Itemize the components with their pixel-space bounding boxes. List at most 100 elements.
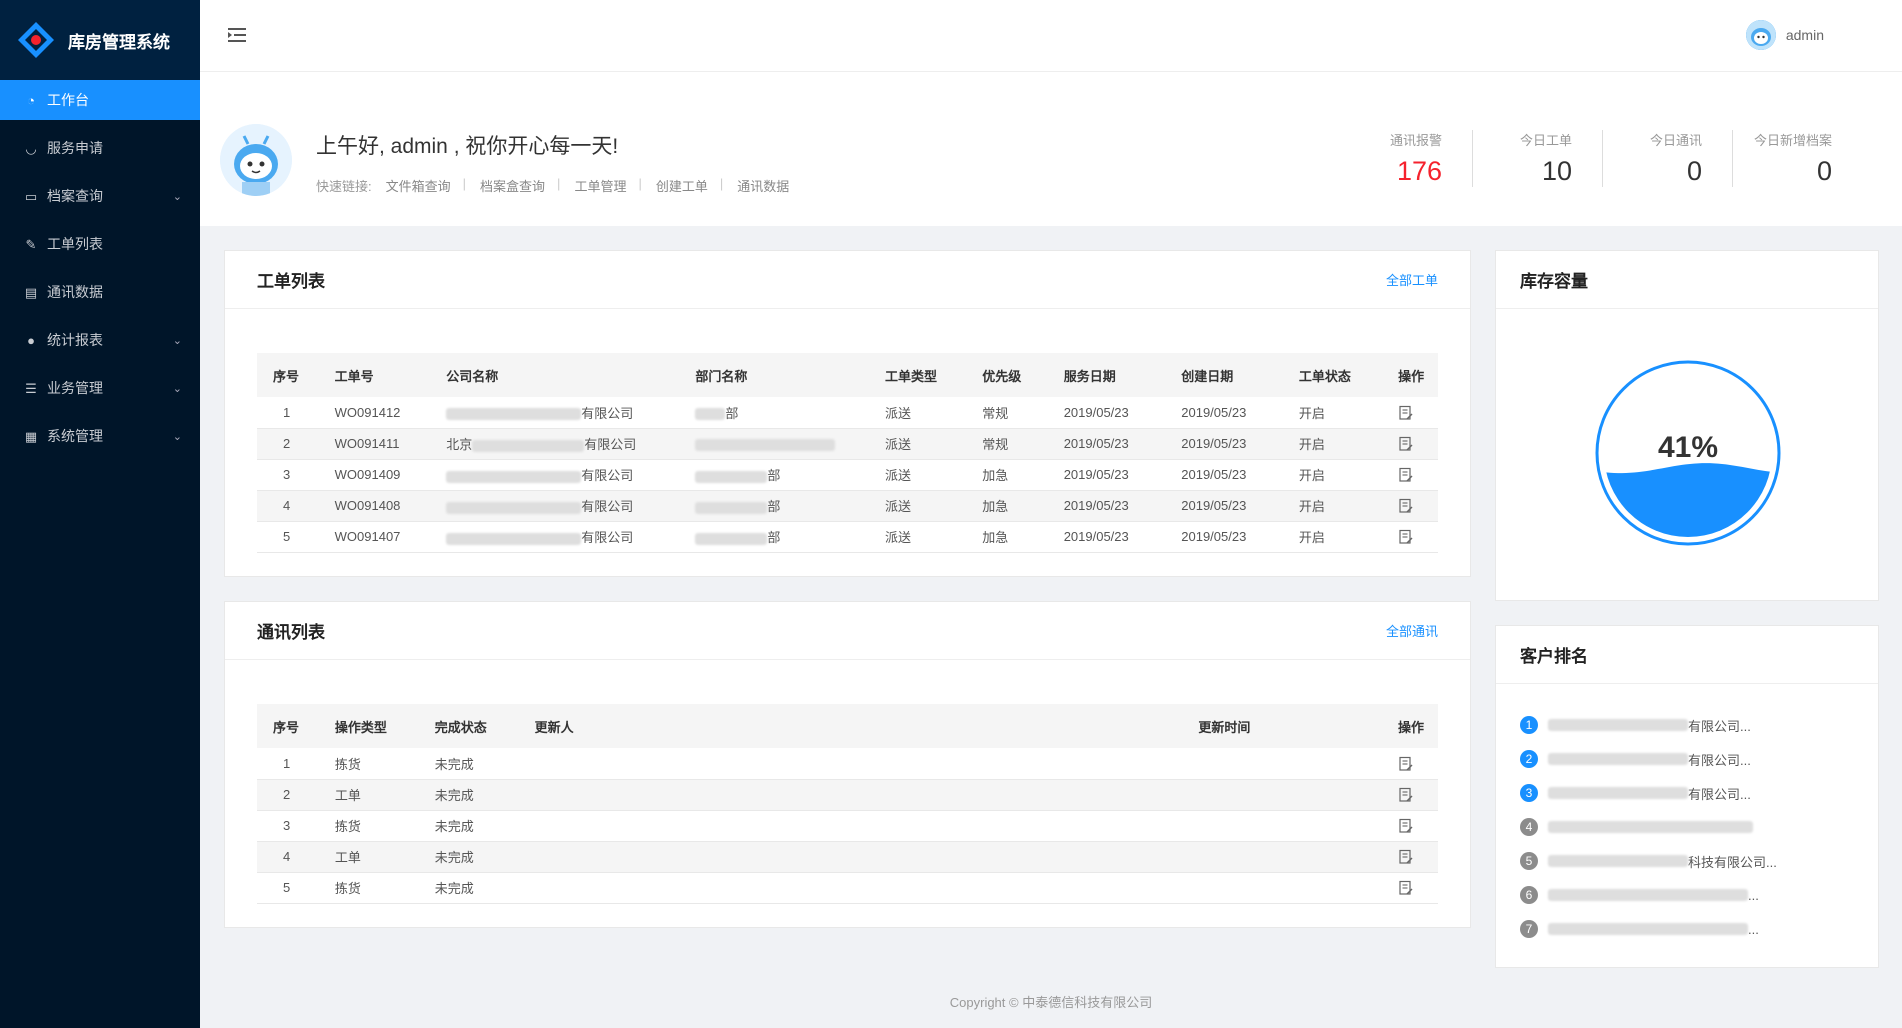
cell-status: 未完成	[434, 872, 535, 904]
menu-fold-icon[interactable]	[226, 24, 248, 46]
sidebar-item-7[interactable]: ▦ 系统管理 ⌄	[0, 416, 200, 456]
redacted-text	[1548, 821, 1753, 833]
column-header: 更新时间	[1198, 704, 1398, 748]
cell-update-time	[1198, 872, 1398, 904]
cell-op-type: 工单	[334, 779, 435, 811]
cell-create-date: 2019/05/23	[1181, 521, 1299, 553]
list-item[interactable]: 6...	[1520, 878, 1878, 912]
comms-card: 通讯列表 全部通讯 序号 操作类型 完成状态 更新人 更新时间 操作 1 拣货 未完成 2 工单未…	[224, 601, 1471, 928]
sidebar-item-2[interactable]: ▭ 档案查询 ⌄	[0, 176, 200, 216]
quick-link[interactable]: 通讯数据	[737, 176, 789, 195]
sidebar-item-label: 工作台	[47, 92, 89, 108]
department-suffix: 部	[767, 499, 781, 514]
cell-type: 派送	[884, 397, 983, 429]
app-title: 库房管理系统	[68, 32, 170, 52]
column-header: 部门名称	[695, 353, 885, 397]
list-item[interactable]: 3 有限公司...	[1520, 776, 1878, 810]
cell-action	[1397, 872, 1438, 904]
list-item[interactable]: 2 有限公司...	[1520, 742, 1878, 776]
sidebar-item-0[interactable]: ◔ 工作台	[0, 80, 200, 120]
footer-copyright: Copyright © 中泰德信科技有限公司	[949, 995, 1153, 1010]
list-item[interactable]: 5 科技有限公司...	[1520, 844, 1878, 878]
cell-order-no: WO091409	[334, 459, 447, 491]
cell-updater	[534, 841, 1199, 873]
redacted-text	[1548, 923, 1748, 935]
table-row[interactable]: 5 拣货 未完成	[257, 872, 1438, 904]
list-item[interactable]: 4	[1520, 810, 1878, 844]
table-row[interactable]: 1 WO091412 有限公司部派送 常规 2019/05/23 2019/05/23 开启	[257, 397, 1438, 429]
quick-link[interactable]: 档案盒查询	[480, 176, 545, 195]
quick-links-label: 快速链接:	[316, 179, 372, 194]
column-header: 创建日期	[1181, 353, 1299, 397]
cell-create-date: 2019/05/23	[1181, 490, 1299, 522]
cell-status: 未完成	[434, 779, 535, 811]
redacted-text	[446, 470, 582, 483]
app-logo[interactable]: 库房管理系统	[0, 0, 200, 80]
quick-link[interactable]: 文件箱查询	[386, 176, 451, 195]
table-row[interactable]: 1 拣货 未完成	[257, 748, 1438, 780]
user-menu[interactable]: admin	[1745, 20, 1824, 50]
department-suffix: 部	[725, 405, 739, 421]
link-separator: |	[719, 176, 724, 191]
table-row[interactable]: 3 WO091409 有限公司部派送 加急 2019/05/23 2019/05/23 开启	[257, 459, 1438, 491]
cell-action	[1398, 428, 1438, 460]
cell-status: 开启	[1298, 490, 1399, 522]
all-work-orders-link[interactable]: 全部工单	[1386, 270, 1438, 289]
sidebar-item-5[interactable]: ● 统计报表 ⌄	[0, 320, 200, 360]
quick-link[interactable]: 工单管理	[574, 176, 626, 195]
company-suffix: 有限公司	[581, 499, 634, 514]
table-row[interactable]: 2 WO091411 北京 有限公司 派送 常规 2019/05/23 2019/05/23 开…	[257, 428, 1438, 460]
cell-priority: 加急	[982, 521, 1064, 553]
greeting-text: 上午好, admin , 祝你开心每一天!	[316, 135, 619, 158]
edit-doc-icon[interactable]	[1398, 787, 1414, 803]
rank-badge: 2	[1520, 750, 1538, 768]
cell-service-date: 2019/05/23	[1063, 397, 1182, 429]
ranking-list: 1 有限公司... 2 有限公司... 3 有限公司... 4 5 科技有限公司... 6... 7…	[1496, 684, 1878, 946]
all-comms-link[interactable]: 全部通讯	[1386, 621, 1438, 640]
stat-label: 通讯报警	[1389, 133, 1442, 148]
ranking-card: 客户排名 1 有限公司... 2 有限公司... 3 有限公司... 4 5 科技有限公司...…	[1495, 625, 1879, 968]
customer-suffix: ...	[1748, 921, 1759, 937]
sidebar-item-1[interactable]: ◡ 服务申请	[0, 128, 200, 168]
sidebar-item-label: 业务管理	[47, 380, 103, 396]
sidebar-item-4[interactable]: ▤ 通讯数据	[0, 272, 200, 312]
quick-link[interactable]: 创建工单	[656, 176, 708, 195]
edit-doc-icon[interactable]	[1398, 818, 1414, 834]
edit-icon: ✎	[25, 236, 37, 252]
edit-doc-icon[interactable]	[1398, 467, 1414, 483]
cell-department: 部	[695, 521, 885, 553]
company-suffix: 有限公司	[581, 468, 634, 483]
cell-priority: 常规	[982, 428, 1064, 460]
edit-doc-icon[interactable]	[1398, 529, 1414, 545]
table-row[interactable]: 2 工单 未完成	[257, 779, 1438, 811]
company-suffix: 有限公司	[581, 405, 634, 421]
edit-doc-icon[interactable]	[1398, 849, 1414, 865]
list-item[interactable]: 7...	[1520, 912, 1878, 946]
column-header: 服务日期	[1063, 353, 1182, 397]
comms-table: 序号 操作类型 完成状态 更新人 更新时间 操作 1 拣货 未完成 2 工单 未完成 3 拣货 未完成 4 工…	[257, 704, 1438, 904]
edit-doc-icon[interactable]	[1398, 498, 1414, 514]
edit-doc-icon[interactable]	[1398, 436, 1414, 452]
user-avatar-large	[220, 124, 292, 196]
customer-suffix: 有限公司...	[1688, 718, 1751, 734]
table-row[interactable]: 4 工单 未完成	[257, 841, 1438, 873]
capacity-gauge: 41%	[1594, 359, 1782, 547]
cell-index: 5	[257, 521, 335, 553]
cell-type: 派送	[884, 459, 983, 491]
column-header: 操作	[1398, 353, 1438, 397]
table-row[interactable]: 4 WO091408 有限公司部派送 加急 2019/05/23 2019/05/23 开启	[257, 490, 1438, 522]
stat-value: 0	[1816, 156, 1832, 186]
edit-doc-icon[interactable]	[1398, 405, 1414, 421]
edit-doc-icon[interactable]	[1398, 756, 1414, 772]
sidebar-item-3[interactable]: ✎ 工单列表	[0, 224, 200, 264]
table-row[interactable]: 3 拣货 未完成	[257, 810, 1438, 842]
edit-doc-icon[interactable]	[1398, 880, 1414, 896]
sidebar-item-6[interactable]: ☰ 业务管理 ⌄	[0, 368, 200, 408]
rank-badge: 5	[1520, 852, 1538, 870]
table-icon: ▤	[24, 284, 38, 300]
list-item[interactable]: 1 有限公司...	[1520, 708, 1878, 742]
stat-item: 今日新增档案 0	[1732, 130, 1862, 187]
logo-icon	[16, 20, 56, 60]
table-row[interactable]: 5 WO091407 有限公司部派送 加急 2019/05/23 2019/05/23 开启	[257, 521, 1438, 553]
check-circle-icon: ●	[27, 332, 35, 348]
